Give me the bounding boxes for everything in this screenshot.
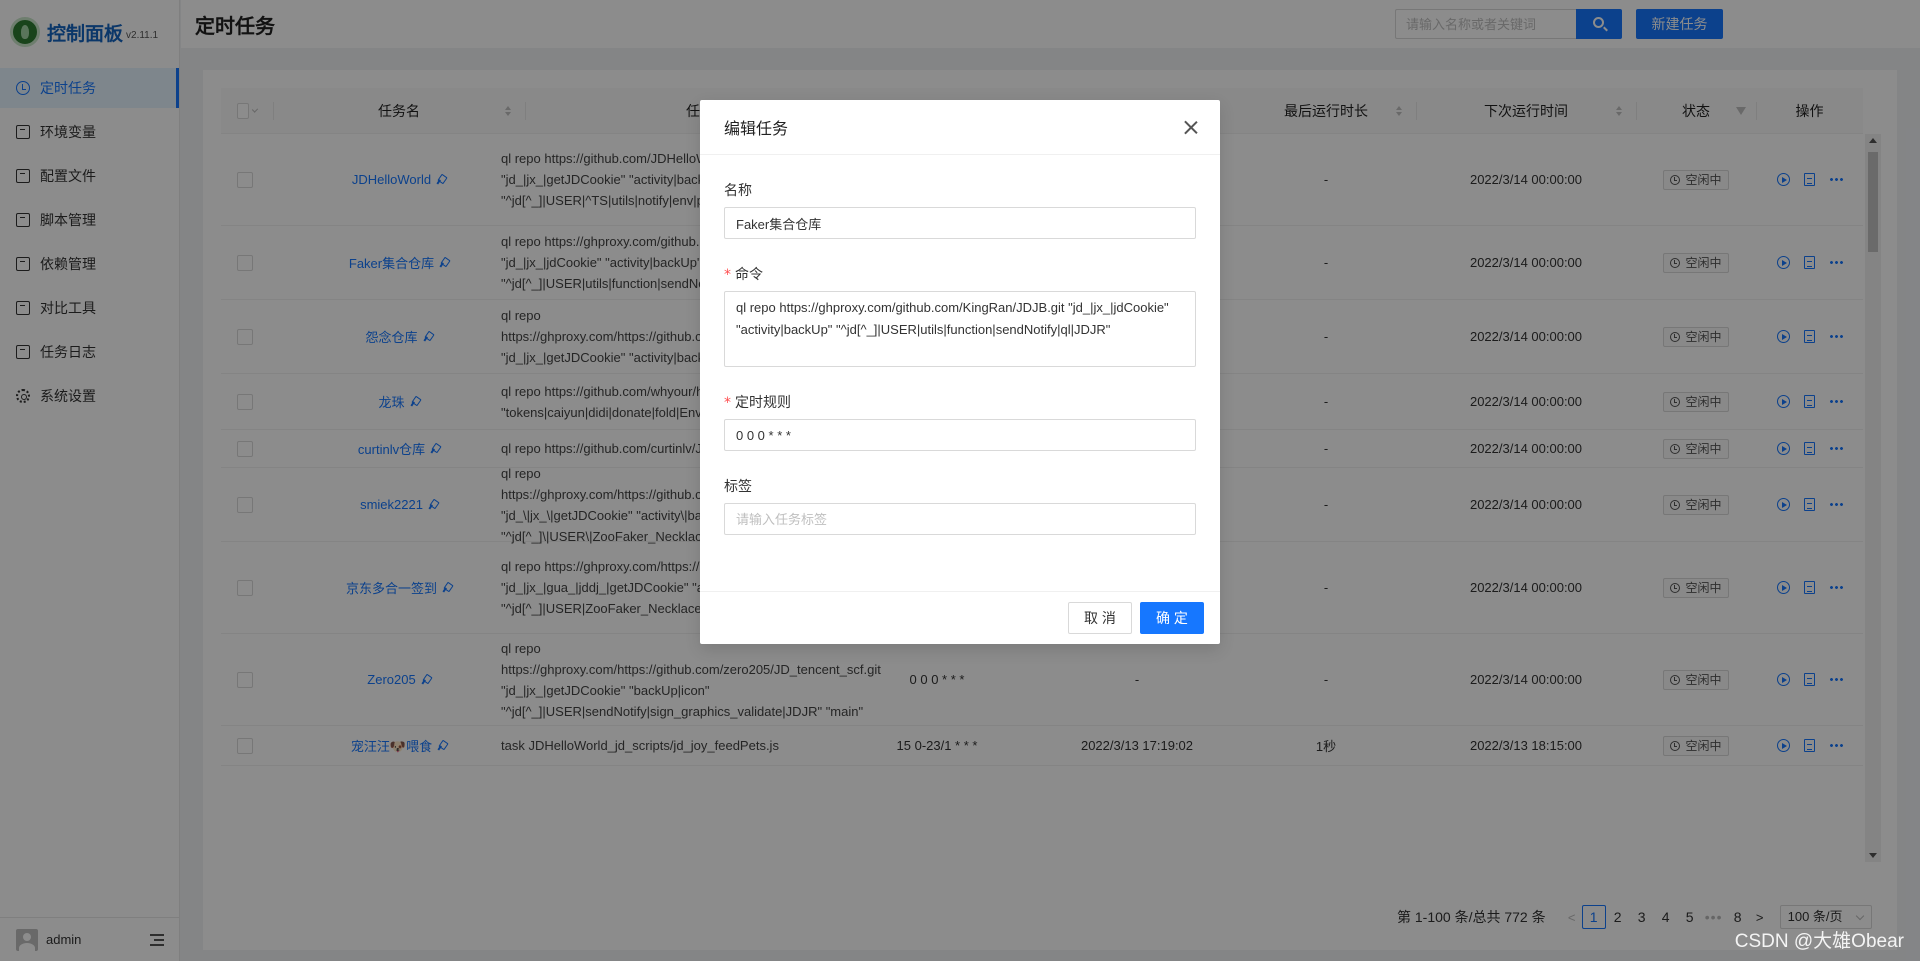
- confirm-button[interactable]: 确 定: [1140, 602, 1204, 634]
- modal-header: 编辑任务: [700, 100, 1220, 155]
- form-label-text: 定时规则: [735, 394, 791, 410]
- form-item-command: * 命令 ql repo https://ghproxy.com/github.c…: [724, 263, 1196, 367]
- command-field[interactable]: ql repo https://ghproxy.com/github.com/K…: [724, 291, 1196, 367]
- form-item-name: 名称: [724, 179, 1196, 239]
- close-icon[interactable]: [1184, 120, 1198, 134]
- form-label-tags: 标签: [724, 478, 752, 494]
- form-label-text: 命令: [735, 266, 763, 282]
- cancel-button[interactable]: 取 消: [1068, 602, 1132, 634]
- watermark: CSDN @大雄Obear: [1734, 931, 1904, 952]
- modal-footer: 取 消 确 定: [700, 591, 1220, 644]
- edit-task-modal: 编辑任务 名称 *命令 ql repo https://ghproxy.com/…: [700, 100, 1220, 644]
- form-item-schedule: * 定时规则: [724, 391, 1196, 451]
- form-label-schedule: * 定时规则: [724, 391, 1196, 413]
- tags-field[interactable]: [724, 503, 1196, 535]
- modal-body: 名称 *命令 ql repo https://ghproxy.com/githu…: [700, 155, 1220, 583]
- required-mark: *: [724, 267, 731, 283]
- schedule-field[interactable]: [724, 419, 1196, 451]
- modal-title: 编辑任务: [724, 121, 789, 138]
- form-item-tags: 标签: [724, 475, 1196, 535]
- form-label-name: 名称: [724, 182, 752, 198]
- name-field[interactable]: [724, 207, 1196, 239]
- form-label-command: * 命令: [724, 263, 1196, 285]
- required-mark: *: [724, 395, 731, 411]
